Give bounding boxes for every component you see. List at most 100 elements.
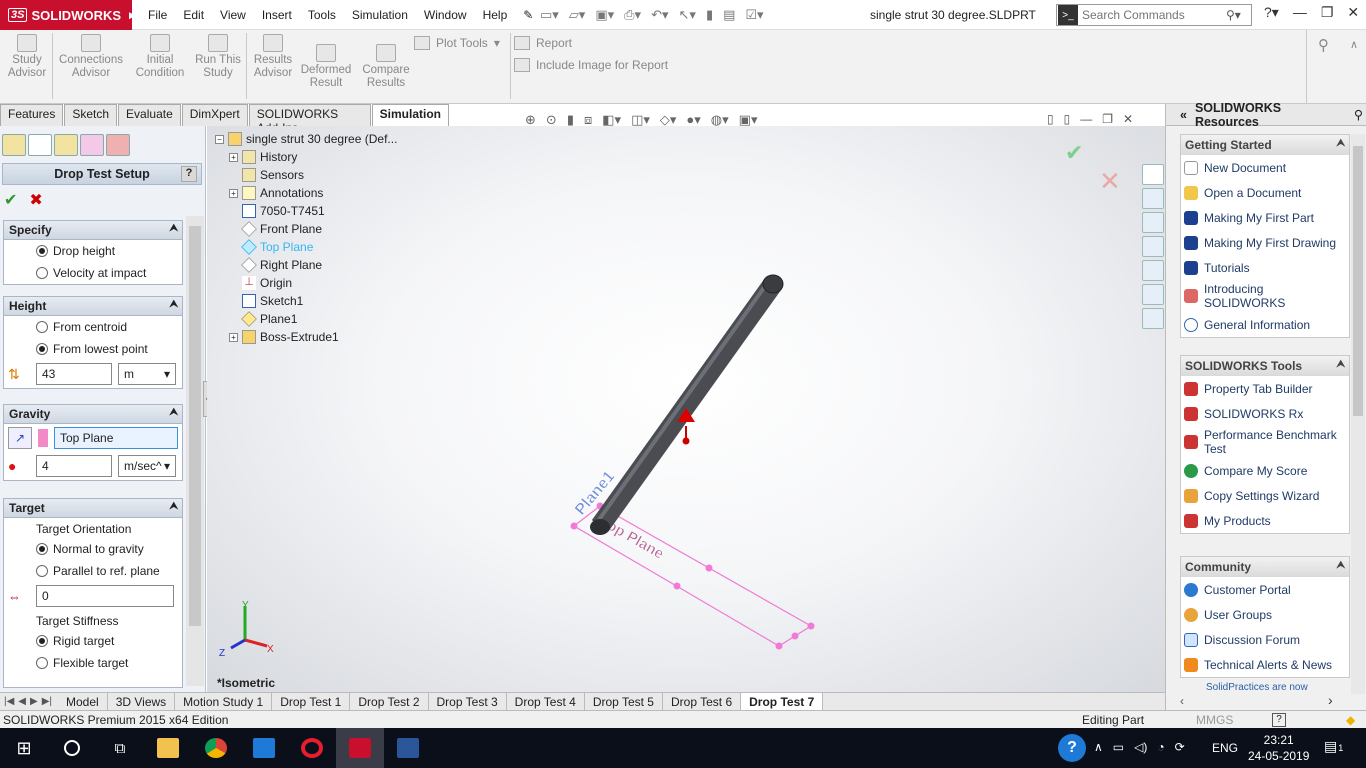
tp-footer[interactable]: SolidPractices are now xyxy=(1206,682,1308,693)
link-first-part[interactable]: Making My First Part xyxy=(1181,205,1349,230)
search-commands[interactable]: >_ ⚲▾ xyxy=(1056,4,1252,26)
custom-properties-icon[interactable] xyxy=(1142,284,1164,305)
property-manager-icon[interactable] xyxy=(28,134,52,156)
compare-results-button[interactable]: Compare Results xyxy=(358,44,414,90)
cortana-icon[interactable] xyxy=(48,728,96,768)
connections-advisor-button[interactable]: Connections Advisor xyxy=(56,34,126,80)
study-advisor-button[interactable]: Study Advisor xyxy=(6,34,48,80)
feature-manager-icon[interactable] xyxy=(2,134,26,156)
solidworks-logo[interactable]: 3S SOLIDWORKS ▶ xyxy=(0,0,136,30)
link-first-drawing[interactable]: Making My First Drawing xyxy=(1181,230,1349,255)
tab-nav[interactable]: |◀ ◀ ▶ ▶| xyxy=(0,696,58,707)
tp-scrollbar[interactable] xyxy=(1351,134,1365,694)
link-tutorials[interactable]: Tutorials xyxy=(1181,255,1349,280)
collapse-pane-icon[interactable]: « xyxy=(1180,108,1187,122)
help-icon[interactable]: ?▾ xyxy=(1264,4,1279,21)
minimize-icon[interactable]: — xyxy=(1293,4,1307,21)
tab-features[interactable]: Features xyxy=(0,104,64,126)
direction-icon[interactable]: ↗ xyxy=(8,427,32,449)
tile-icon[interactable]: ▯ xyxy=(1047,112,1054,126)
notification-icon[interactable]: ▤1 xyxy=(1324,738,1343,755)
tab-drop-test-2[interactable]: Drop Test 2 xyxy=(350,692,429,711)
menu-simulation[interactable]: Simulation xyxy=(344,8,416,22)
collapse-icon[interactable]: ⮝ xyxy=(170,501,179,512)
results-advisor-button[interactable]: Results Advisor xyxy=(250,34,296,80)
opera-icon[interactable] xyxy=(288,728,336,768)
report-button[interactable]: Report xyxy=(514,36,572,50)
menu-help[interactable]: Help xyxy=(475,8,516,22)
tab-evaluate[interactable]: Evaluate xyxy=(118,104,181,126)
deformed-result-button[interactable]: Deformed Result xyxy=(298,44,354,90)
include-image-button[interactable]: Include Image for Report xyxy=(514,58,668,72)
menu-view[interactable]: View xyxy=(212,8,254,22)
file-explorer-taskbar-icon[interactable] xyxy=(144,728,192,768)
help-button[interactable]: ? xyxy=(181,166,197,182)
next-icon[interactable]: › xyxy=(1328,692,1333,708)
rebuild-icon[interactable]: ▮ xyxy=(706,7,713,23)
menu-tools[interactable]: Tools xyxy=(300,8,344,22)
volume-icon[interactable]: ◁) xyxy=(1134,740,1147,754)
save-icon[interactable]: ▣▾ xyxy=(595,7,614,23)
link-copy-settings[interactable]: Copy Settings Wizard xyxy=(1181,483,1349,508)
link-introducing[interactable]: Introducing SOLIDWORKS xyxy=(1181,280,1349,312)
run-study-button[interactable]: Run This Study xyxy=(192,34,244,80)
tab-drop-test-4[interactable]: Drop Test 4 xyxy=(507,692,585,711)
status-warning-icon[interactable]: ◆ xyxy=(1346,713,1355,727)
open-icon[interactable]: ▱▾ xyxy=(569,7,586,23)
tab-drop-test-3[interactable]: Drop Test 3 xyxy=(429,692,507,711)
tab-drop-test-7[interactable]: Drop Test 7 xyxy=(741,692,824,711)
tab-addins[interactable]: SOLIDWORKS Add-Ins xyxy=(248,104,371,135)
link-customer-portal[interactable]: Customer Portal xyxy=(1181,577,1349,602)
graphics-area[interactable]: ⊕ ⊙ ▮ ⧈ ◧▾ ◫▾ ◇▾ ●▾ ◍▾ ▣▾ ▯ ▯ — ❐ ✕ − sin… xyxy=(207,112,1165,692)
search-input[interactable] xyxy=(1082,8,1222,22)
status-units[interactable]: MMGS xyxy=(1196,713,1233,727)
radio-flexible-target[interactable]: Flexible target xyxy=(4,652,182,674)
options-icon[interactable]: ☑▾ xyxy=(745,7,763,23)
height-input[interactable]: 43 xyxy=(36,363,112,385)
angle-input[interactable]: 0 xyxy=(36,585,174,607)
cancel-x-icon[interactable]: ✖ xyxy=(29,190,42,210)
windows-start-icon[interactable]: ⊞ xyxy=(0,728,48,768)
solidworks-taskbar-icon[interactable] xyxy=(336,728,384,768)
tab-sketch[interactable]: Sketch xyxy=(64,104,118,126)
gravity-unit-select[interactable]: m/sec^ ▾ xyxy=(118,455,176,477)
menu-file[interactable]: File xyxy=(140,8,175,22)
pin-icon[interactable]: ✎ xyxy=(515,8,541,22)
forum-icon[interactable] xyxy=(1142,308,1164,329)
battery-icon[interactable]: ▭ xyxy=(1113,740,1124,754)
search-icon[interactable]: ⚲▾ xyxy=(1226,8,1241,22)
vp-close-icon[interactable]: ✕ xyxy=(1123,112,1133,126)
link-user-groups[interactable]: User Groups xyxy=(1181,602,1349,627)
tab-3d-views[interactable]: 3D Views xyxy=(108,692,176,711)
tile2-icon[interactable]: ▯ xyxy=(1064,112,1071,126)
home-icon[interactable] xyxy=(1142,164,1164,185)
plot-tools-button[interactable]: Plot Tools ▾ xyxy=(414,36,500,50)
link-performance-benchmark[interactable]: Performance Benchmark Test xyxy=(1181,426,1349,458)
collapse-icon[interactable]: ⮝ xyxy=(1337,359,1346,370)
pm-scrollbar[interactable] xyxy=(186,216,204,686)
network-icon[interactable]: ◔ xyxy=(1157,740,1164,754)
file-explorer-icon[interactable] xyxy=(1142,212,1164,233)
link-solidworks-rx[interactable]: SOLIDWORKS Rx xyxy=(1181,401,1349,426)
select-icon[interactable]: ↖▾ xyxy=(679,7,696,23)
view-palette-icon[interactable] xyxy=(1142,236,1164,257)
display-manager-icon[interactable] xyxy=(106,134,130,156)
menu-edit[interactable]: Edit xyxy=(175,8,212,22)
tab-model[interactable]: Model xyxy=(58,692,108,711)
link-my-products[interactable]: My Products xyxy=(1181,508,1349,533)
restore-icon[interactable]: ❐ xyxy=(1321,4,1334,21)
collapse-icon[interactable]: ⮝ xyxy=(1337,138,1346,149)
tab-dimxpert[interactable]: DimXpert xyxy=(181,104,248,126)
ok-check-icon[interactable]: ✔ xyxy=(4,190,17,210)
radio-from-centroid[interactable]: From centroid xyxy=(4,316,182,338)
prev-icon[interactable]: ‹ xyxy=(1180,694,1184,708)
link-open-document[interactable]: Open a Document xyxy=(1181,180,1349,205)
close-icon[interactable]: ✕ xyxy=(1347,4,1359,21)
design-library-icon[interactable] xyxy=(1142,188,1164,209)
collapse-icon[interactable]: ⮝ xyxy=(1337,560,1346,571)
chevron-up-icon[interactable]: ∧ xyxy=(1094,740,1103,754)
undo-icon[interactable]: ↶▾ xyxy=(651,7,668,23)
vp-minimize-icon[interactable]: — xyxy=(1080,112,1092,126)
menu-window[interactable]: Window xyxy=(416,8,475,22)
tab-drop-test-6[interactable]: Drop Test 6 xyxy=(663,692,742,711)
